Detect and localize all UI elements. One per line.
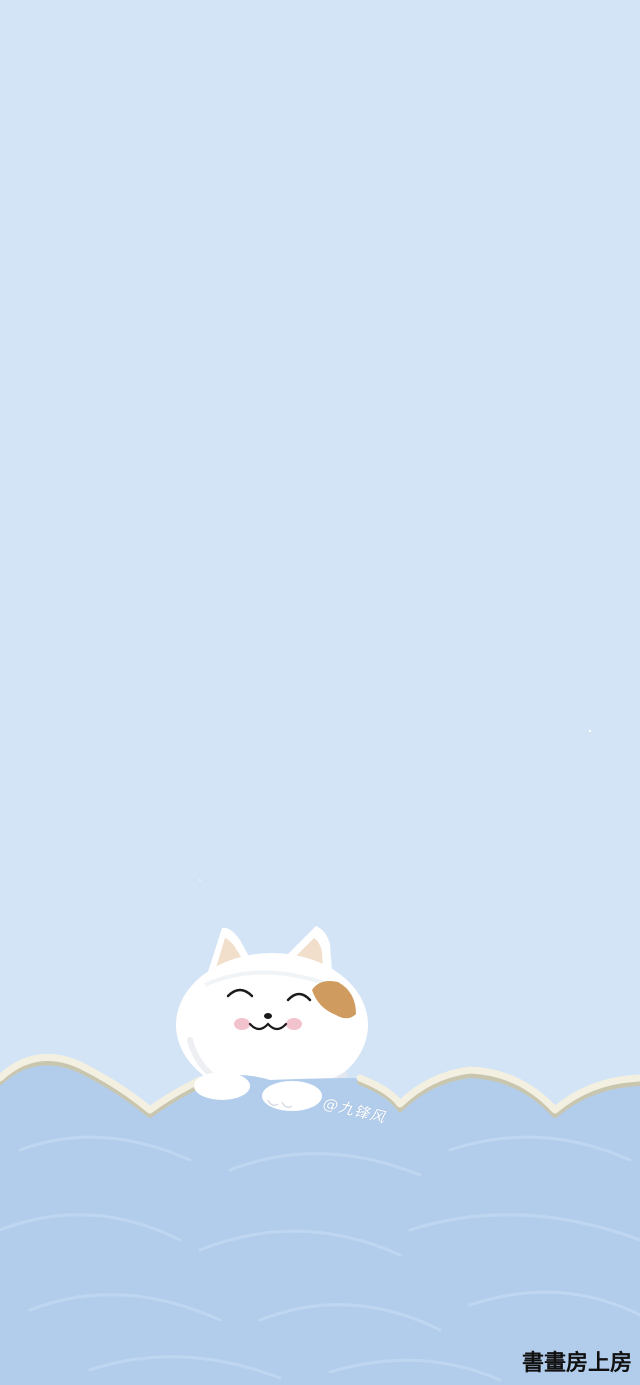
sky-speck [199, 879, 201, 881]
watermark: 書畫房上房 [521, 1350, 632, 1376]
cat-left-paw [194, 1072, 250, 1100]
cat-nose [264, 1013, 272, 1019]
sky-speck [588, 729, 592, 733]
wallpaper-canvas: @九锋风 書畫房上房 [0, 0, 640, 1385]
scene-illustration [0, 0, 640, 1385]
cat-left-cheek [234, 1018, 250, 1030]
cat-right-cheek [286, 1018, 302, 1030]
